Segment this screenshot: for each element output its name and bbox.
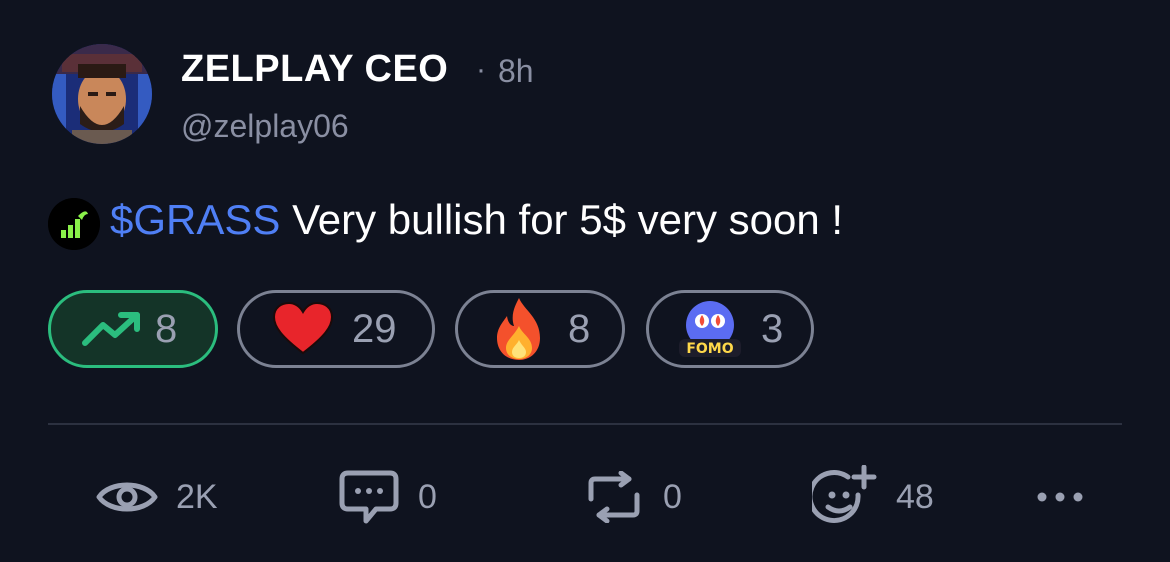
comments-count: 0 bbox=[418, 477, 437, 516]
repost-icon bbox=[588, 471, 640, 523]
comment-icon bbox=[339, 470, 399, 524]
views-stat[interactable]: 2K bbox=[96, 465, 218, 529]
separator-dot: · bbox=[476, 53, 486, 86]
fomo-icon: FOMO bbox=[679, 301, 741, 357]
grass-token-icon[interactable] bbox=[48, 198, 100, 250]
post-text: Very bullish for 5$ very soon ! bbox=[292, 196, 844, 243]
reaction-fire-button[interactable]: 8 bbox=[455, 290, 625, 368]
avatar-portrait bbox=[52, 44, 152, 144]
reaction-count: 8 bbox=[155, 306, 178, 351]
reaction-trending-button[interactable]: 8 bbox=[48, 290, 218, 368]
more-options-icon[interactable] bbox=[1034, 480, 1086, 514]
author-name[interactable]: ZELPLAY CEO bbox=[181, 48, 448, 91]
ticker-link[interactable]: $GRASS bbox=[110, 196, 280, 243]
fire-icon bbox=[497, 298, 540, 360]
author-avatar[interactable] bbox=[52, 44, 152, 144]
reaction-count: 3 bbox=[761, 306, 784, 351]
reaction-fomo-button[interactable]: FOMO 3 bbox=[646, 290, 814, 368]
reaction-heart-button[interactable]: 29 bbox=[237, 290, 435, 368]
eye-icon bbox=[96, 482, 158, 512]
post-card: ZELPLAY CEO · 8h @zelplay06 $GRASS Very … bbox=[0, 0, 1170, 562]
trending-up-icon bbox=[82, 312, 140, 346]
views-count: 2K bbox=[176, 477, 218, 516]
post-body: $GRASS Very bullish for 5$ very soon ! bbox=[110, 196, 843, 244]
reposts-count: 0 bbox=[663, 477, 682, 516]
divider bbox=[48, 423, 1122, 425]
reactions-total: 48 bbox=[896, 477, 934, 516]
add-reaction-icon bbox=[812, 465, 877, 523]
post-timestamp: 8h bbox=[498, 53, 534, 89]
author-handle[interactable]: @zelplay06 bbox=[181, 108, 349, 145]
repost-button[interactable]: 0 bbox=[583, 465, 682, 529]
reaction-count: 29 bbox=[352, 306, 397, 351]
fomo-label: FOMO bbox=[686, 341, 733, 357]
heart-icon bbox=[272, 301, 334, 355]
comments-button[interactable]: 0 bbox=[338, 465, 437, 529]
reaction-count: 8 bbox=[568, 306, 591, 351]
add-reaction-button[interactable]: 48 bbox=[812, 465, 934, 529]
